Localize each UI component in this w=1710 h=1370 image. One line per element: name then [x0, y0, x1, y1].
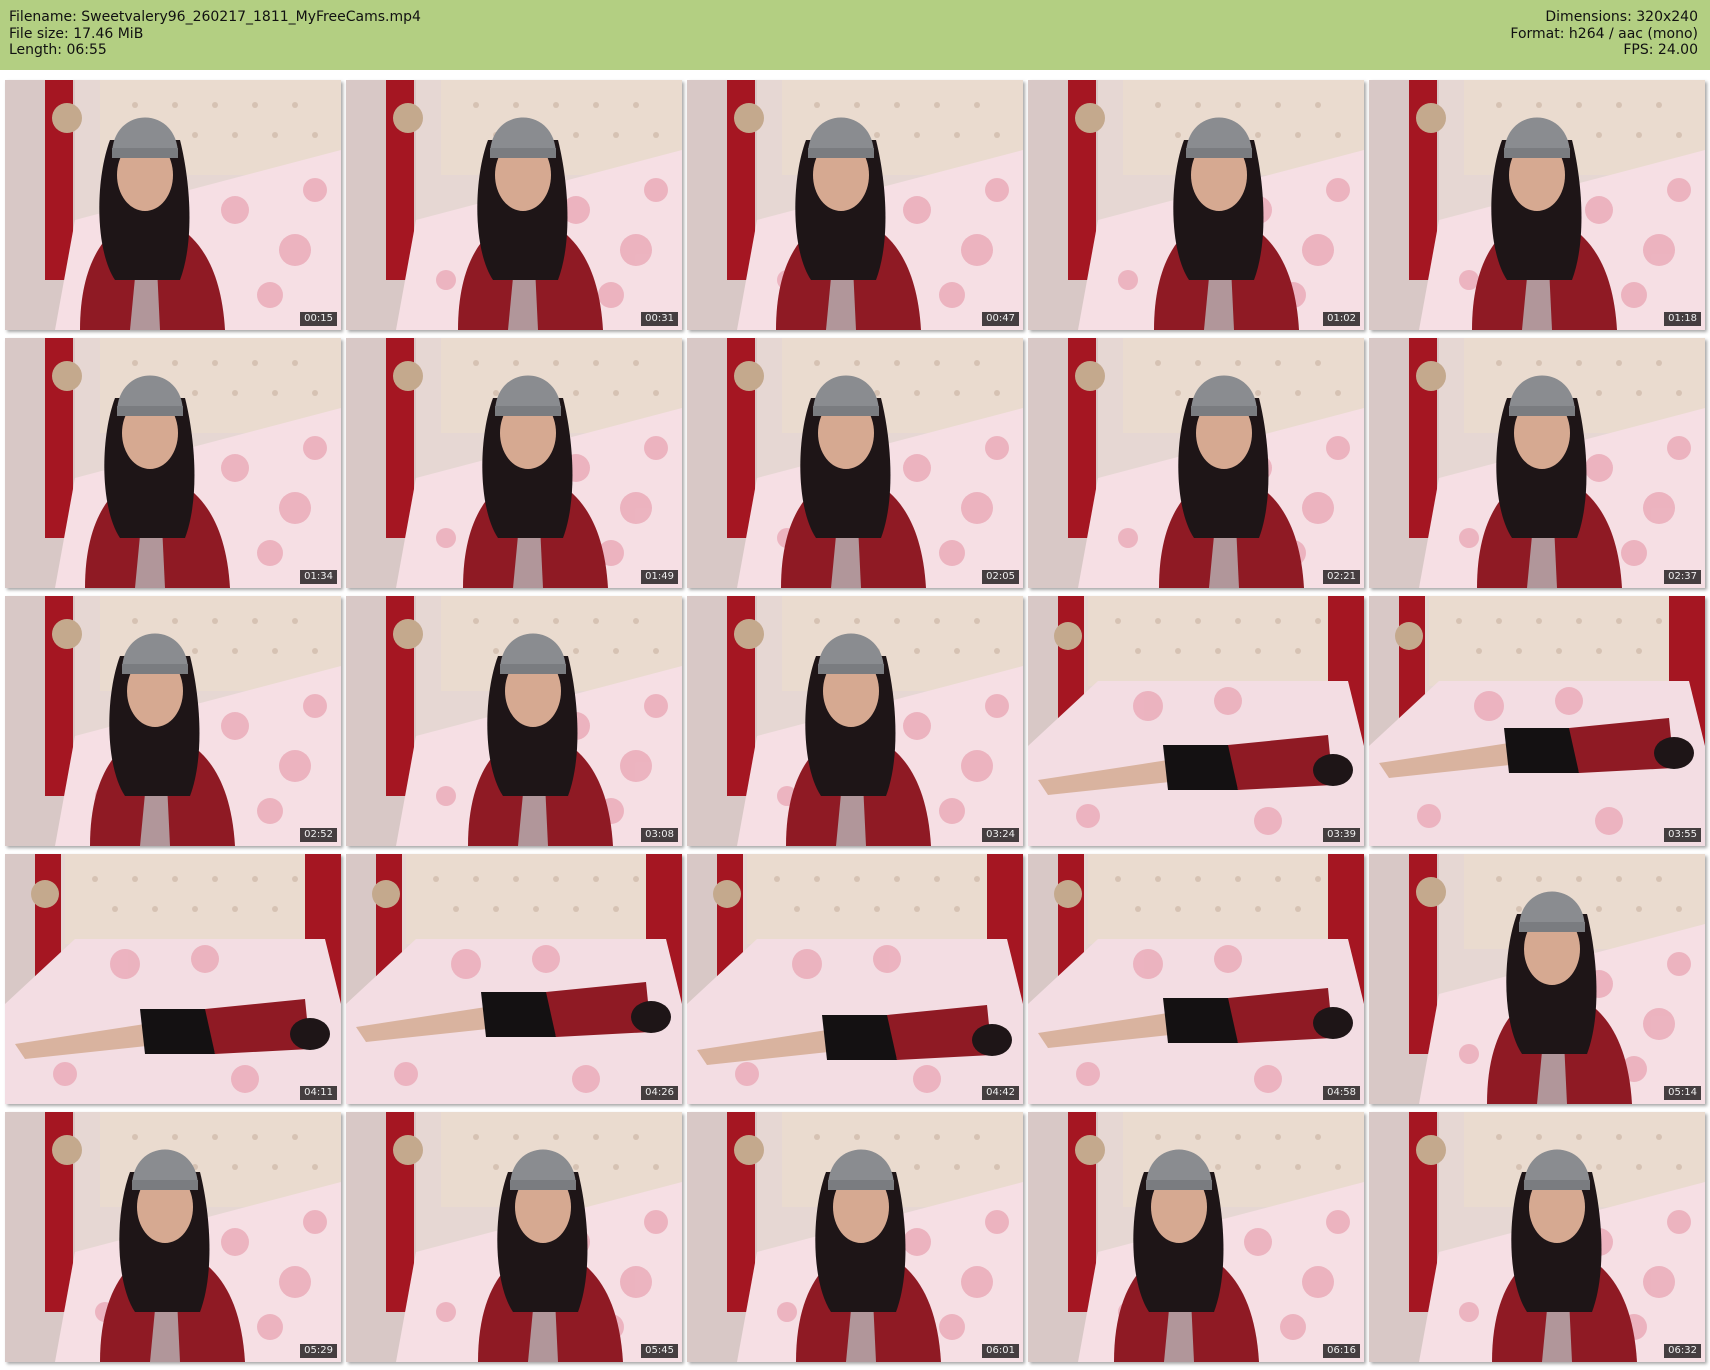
video-thumbnail: 02:37 — [1369, 338, 1705, 588]
video-thumbnail: 03:08 — [346, 596, 682, 846]
video-thumbnail: 01:02 — [1028, 80, 1364, 330]
video-thumbnail: 00:15 — [5, 80, 341, 330]
thumbnail-frame — [346, 596, 682, 846]
format-text: Format: h264 / aac (mono) — [1510, 25, 1698, 42]
timestamp-label: 04:42 — [982, 1086, 1019, 1100]
timestamp-label: 03:55 — [1664, 828, 1701, 842]
timestamp-label: 02:05 — [982, 570, 1019, 584]
thumbnail-frame — [687, 854, 1023, 1104]
thumbnail-frame — [1369, 80, 1705, 330]
thumbnail-frame — [687, 596, 1023, 846]
video-thumbnail: 05:45 — [346, 1112, 682, 1362]
video-thumbnail: 05:29 — [5, 1112, 341, 1362]
thumbnail-frame — [1369, 596, 1705, 846]
video-thumbnail: 03:24 — [687, 596, 1023, 846]
timestamp-label: 00:47 — [982, 312, 1019, 326]
thumbnail-frame — [5, 80, 341, 330]
timestamp-label: 01:34 — [300, 570, 337, 584]
thumbnail-frame — [1369, 1112, 1705, 1362]
video-thumbnail: 01:18 — [1369, 80, 1705, 330]
timestamp-label: 02:21 — [1323, 570, 1360, 584]
video-thumbnail: 06:16 — [1028, 1112, 1364, 1362]
timestamp-label: 05:29 — [300, 1344, 337, 1358]
video-thumbnail: 02:21 — [1028, 338, 1364, 588]
video-thumbnail: 03:39 — [1028, 596, 1364, 846]
timestamp-label: 06:16 — [1323, 1344, 1360, 1358]
timestamp-label: 00:15 — [300, 312, 337, 326]
file-info: Filename: Sweetvalery96_260217_1811_MyFr… — [9, 9, 421, 59]
video-thumbnail: 06:32 — [1369, 1112, 1705, 1362]
timestamp-label: 01:18 — [1664, 312, 1701, 326]
video-thumbnail: 01:49 — [346, 338, 682, 588]
timestamp-label: 05:45 — [641, 1344, 678, 1358]
timestamp-label: 06:01 — [982, 1344, 1019, 1358]
thumbnail-frame — [5, 1112, 341, 1362]
video-thumbnail: 03:55 — [1369, 596, 1705, 846]
thumbnail-frame — [346, 854, 682, 1104]
timestamp-label: 03:24 — [982, 828, 1019, 842]
thumbnail-grid: 00:15 00:31 00:47 01:02 01:18 01:34 01:4… — [5, 80, 1705, 1362]
thumbnail-frame — [346, 1112, 682, 1362]
thumbnail-frame — [5, 596, 341, 846]
timestamp-label: 02:37 — [1664, 570, 1701, 584]
video-thumbnail: 04:58 — [1028, 854, 1364, 1104]
info-header: Filename: Sweetvalery96_260217_1811_MyFr… — [0, 0, 1710, 70]
thumbnail-frame — [1369, 854, 1705, 1104]
thumbnail-frame — [5, 854, 341, 1104]
media-info: Dimensions: 320x240 Format: h264 / aac (… — [1510, 9, 1698, 59]
timestamp-label: 02:52 — [300, 828, 337, 842]
thumbnail-frame — [346, 80, 682, 330]
filesize-text: File size: 17.46 MiB — [9, 25, 144, 42]
video-thumbnail: 04:26 — [346, 854, 682, 1104]
video-thumbnail: 05:14 — [1369, 854, 1705, 1104]
video-thumbnail: 00:47 — [687, 80, 1023, 330]
thumbnail-frame — [1028, 80, 1364, 330]
video-thumbnail: 04:11 — [5, 854, 341, 1104]
filename-text: Filename: Sweetvalery96_260217_1811_MyFr… — [9, 9, 421, 25]
thumbnail-frame — [1369, 338, 1705, 588]
video-thumbnail: 02:52 — [5, 596, 341, 846]
thumbnail-frame — [1028, 596, 1364, 846]
thumbnail-frame — [687, 1112, 1023, 1362]
timestamp-label: 01:49 — [641, 570, 678, 584]
timestamp-label: 03:39 — [1323, 828, 1360, 842]
thumbnail-frame — [1028, 338, 1364, 588]
thumbnail-frame — [5, 338, 341, 588]
thumbnail-frame — [346, 338, 682, 588]
dimensions-text: Dimensions: 320x240 — [1545, 9, 1698, 25]
thumbnail-frame — [1028, 854, 1364, 1104]
length-text: Length: 06:55 — [9, 42, 107, 58]
video-thumbnail: 01:34 — [5, 338, 341, 588]
timestamp-label: 04:58 — [1323, 1086, 1360, 1100]
thumbnail-frame — [1028, 1112, 1364, 1362]
video-thumbnail: 04:42 — [687, 854, 1023, 1104]
timestamp-label: 04:11 — [300, 1086, 337, 1100]
timestamp-label: 05:14 — [1664, 1086, 1701, 1100]
video-thumbnail: 02:05 — [687, 338, 1023, 588]
thumbnail-frame — [687, 338, 1023, 588]
timestamp-label: 04:26 — [641, 1086, 678, 1100]
timestamp-label: 01:02 — [1323, 312, 1360, 326]
thumbnail-frame — [687, 80, 1023, 330]
video-thumbnail: 00:31 — [346, 80, 682, 330]
timestamp-label: 00:31 — [641, 312, 678, 326]
timestamp-label: 06:32 — [1664, 1344, 1701, 1358]
fps-text: FPS: 24.00 — [1623, 42, 1698, 58]
video-thumbnail: 06:01 — [687, 1112, 1023, 1362]
timestamp-label: 03:08 — [641, 828, 678, 842]
